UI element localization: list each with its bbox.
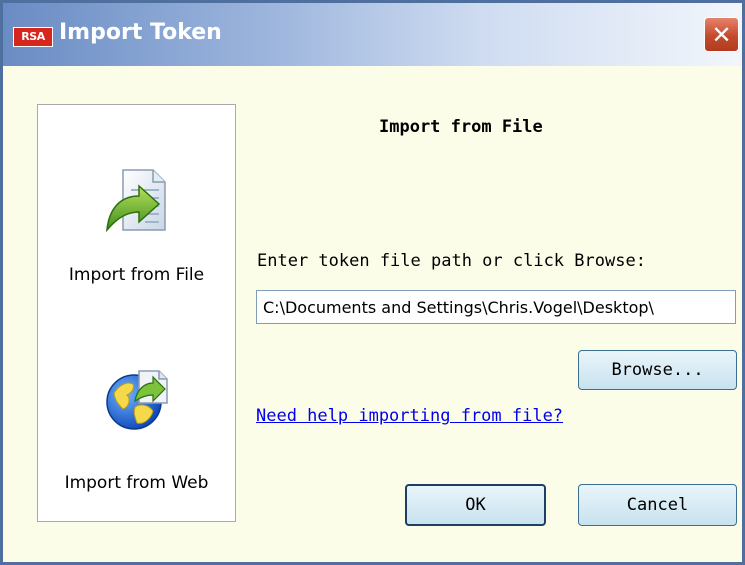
ok-button[interactable]: OK (405, 484, 546, 526)
import-method-panel: Import from File Import from Web (37, 104, 236, 522)
cancel-button[interactable]: Cancel (578, 484, 737, 526)
nav-item-label: Import from Web (64, 473, 209, 493)
nav-item-import-from-file[interactable]: Import from File (38, 168, 235, 288)
import-token-dialog: RSA Import Token ✕ Import from File Impo… (0, 0, 745, 565)
import-file-icon (106, 169, 166, 232)
nav-item-import-from-web[interactable]: Import from Web (38, 367, 235, 493)
close-icon: ✕ (711, 20, 732, 49)
close-button[interactable]: ✕ (704, 17, 739, 52)
page-title: Import from File (379, 117, 543, 137)
nav-item-label: Import from File (68, 265, 205, 285)
help-link[interactable]: Need help importing from file? (256, 406, 563, 426)
import-web-icon (106, 370, 168, 430)
token-file-path-input[interactable] (256, 290, 736, 324)
window-title: Import Token (59, 20, 222, 45)
title-bar[interactable]: RSA Import Token ✕ (3, 3, 742, 66)
path-prompt-label: Enter token file path or click Browse: (257, 251, 646, 271)
rsa-logo-icon: RSA (13, 27, 53, 47)
browse-button[interactable]: Browse... (578, 350, 737, 390)
